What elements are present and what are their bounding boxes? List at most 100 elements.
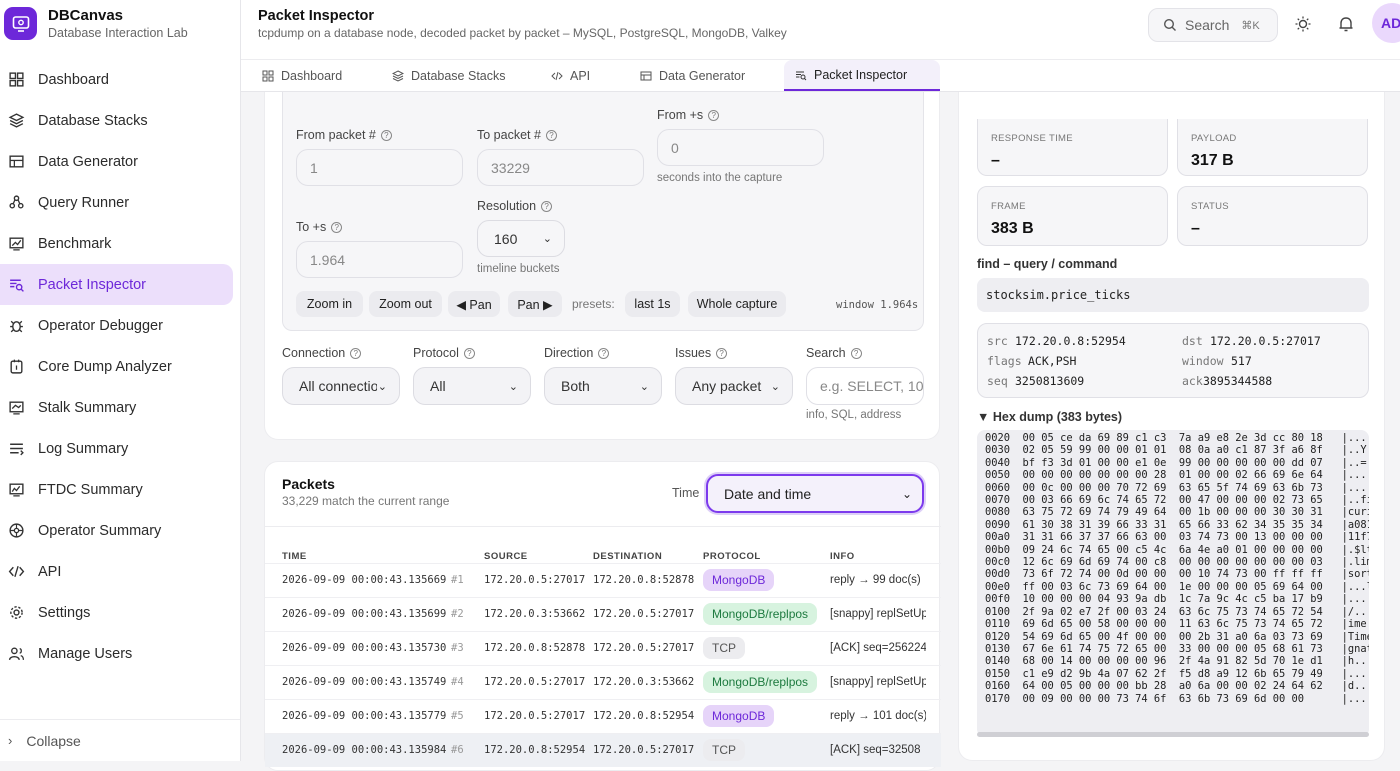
hex-dump-toggle[interactable]: ▼ Hex dump (383 bytes) [977,410,1122,424]
tab-packet-inspector[interactable]: Packet Inspector [784,60,940,91]
time-format-select[interactable]: Date and time ⌄ [706,474,924,513]
sidebar-nav: Dashboard Database Stacks Data Generator… [0,59,241,674]
to-seconds-input[interactable]: 1.964 [296,241,463,278]
issues-select[interactable]: Any packet ⌄ [675,367,793,405]
sidebar-item-settings[interactable]: Settings [0,592,233,633]
search-input[interactable]: e.g. SELECT, 10 [806,367,924,405]
from-packet-label: From packet #? [296,128,392,142]
packet-destination: 172.20.0.8:52954 [593,710,695,722]
hex-dump-scrollbar[interactable] [977,732,1369,737]
hex-line: 0030 02 05 59 99 00 00 01 01 08 0a a0 c1… [985,444,1369,457]
preset-whole-capture-button[interactable]: Whole capture [688,291,786,317]
to-packet-input[interactable]: 33229 [477,149,644,186]
protocol-select[interactable]: All ⌄ [413,367,531,405]
packet-time: 2026-09-09 00:00:43.135779 [282,710,447,722]
column-header-protocol[interactable]: PROTOCOL [703,551,761,562]
gear-icon [10,606,23,619]
hex-line: 0130 67 6e 61 74 75 72 65 00 33 00 00 00… [985,642,1369,655]
sidebar-item-log-summary[interactable]: Log Summary [0,428,233,469]
tab-api[interactable]: API [551,60,590,91]
sidebar-item-core-dump-analyzer[interactable]: Core Dump Analyzer [0,346,233,387]
packet-time: 2026-09-09 00:00:43.135749 [282,676,447,688]
sidebar-item-dashboard[interactable]: Dashboard [0,59,233,100]
search-label: Search [1185,17,1230,33]
flags-value: ACK,PSH [1028,354,1077,368]
sidebar-item-data-generator[interactable]: Data Generator [0,141,233,182]
help-icon: ? [350,347,362,359]
layers-icon [8,113,25,128]
tab-dashboard[interactable]: Dashboard [260,60,344,91]
sidebar-item-query-runner[interactable]: Query Runner [0,182,233,223]
column-header-destination[interactable]: DESTINATION [593,551,662,562]
tab-database-stacks[interactable]: Database Stacks [392,60,506,91]
tcp-header-box: src 172.20.0.8:52954 dst 172.20.0.5:2701… [977,323,1369,398]
frame-label: FRAME [991,201,1026,212]
sidebar-item-label: Data Generator [38,153,138,170]
column-header-source[interactable]: SOURCE [484,551,528,562]
connection-select[interactable]: All connections⌄ [282,367,400,405]
hex-line: 0050 00 00 00 00 00 00 00 28 01 00 00 02… [985,469,1369,482]
response-time-value: – [991,152,1000,169]
sidebar-item-stalk-summary[interactable]: Stalk Summary [0,387,233,428]
sidebar-item-database-stacks[interactable]: Database Stacks [0,100,233,141]
sidebar-item-api[interactable]: API [0,551,233,592]
sidebar-item-operator-debugger[interactable]: Operator Debugger [0,305,233,346]
tab-data-generator[interactable]: Data Generator [640,60,745,91]
sidebar-item-label: Packet Inspector [38,276,146,293]
resolution-label: Resolution? [477,199,553,213]
table-icon [640,71,652,80]
hex-line: 0060 00 0c 00 00 00 70 72 69 63 65 5f 74… [985,481,1369,494]
theme-toggle-icon[interactable] [1294,15,1312,33]
from-seconds-label: From +s? [657,108,720,122]
avatar[interactable]: AD [1372,3,1400,43]
resolution-select[interactable]: 160 ⌄ [477,220,565,257]
hex-line: 0080 63 75 72 69 74 79 49 64 00 1b 00 00… [985,506,1369,519]
sidebar-item-manage-users[interactable]: Manage Users [0,633,233,674]
pan-left-button[interactable]: ◀ Pan [448,291,500,317]
zoom-in-button[interactable]: Zoom in [296,291,363,317]
sidebar-item-benchmark[interactable]: Benchmark [0,223,233,264]
hex-line: 00f0 10 00 00 00 04 93 9a db 1c 7a 9c 4c… [985,593,1369,606]
table-row[interactable]: 2026-09-09 00:00:43.135984 #6 172.20.0.8:5… [265,733,941,767]
direction-select[interactable]: Both ⌄ [544,367,662,405]
table-row[interactable]: 2026-09-09 00:00:43.135730 #3 172.20.0.8:5… [265,631,941,665]
preset-last-1s-button[interactable]: last 1s [625,291,680,317]
sidebar-item-ftdc-summary[interactable]: FTDC Summary [0,469,233,510]
help-icon: ? [598,347,610,359]
table-row[interactable]: 2026-09-09 00:00:43.135779 #5 172.20.0.5:2… [265,699,941,733]
sidebar-item-packet-inspector[interactable]: Packet Inspector [0,264,233,305]
sidebar-item-label: Query Runner [38,194,130,211]
seq-label: seq [987,374,1008,388]
bell-icon[interactable] [1337,15,1355,33]
table-row[interactable]: 2026-09-09 00:00:43.135749 #4 172.20.0.5:2… [265,665,941,699]
collapse-button[interactable]: › Collapse [0,719,240,761]
hex-line: 00c0 12 6c 69 6d 69 74 00 c8 00 00 00 00… [985,556,1369,569]
packet-destination: 172.20.0.3:53662 [593,676,695,688]
hex-line: 0040 bf f3 3d 01 00 00 e1 0e 99 00 00 00… [985,456,1369,469]
column-header-time[interactable]: TIME [282,551,307,562]
column-header-info[interactable]: INFO [830,551,855,562]
from-packet-input[interactable]: 1 [296,149,463,186]
pan-right-button[interactable]: Pan ▶ [508,291,562,317]
hex-line: 0120 54 69 6d 65 00 4f 00 00 00 2b 31 a0… [985,630,1369,643]
protocol-badge: TCP [703,637,745,659]
response-time-label: RESPONSE TIME [991,133,1073,144]
search-label: Search? [806,346,862,360]
protocol-badge: TCP [703,739,745,761]
packet-source: 172.20.0.5:27017 [484,710,586,722]
ack-value: 3895344588 [1203,374,1273,388]
hex-line: 00a0 31 31 66 37 37 66 63 00 03 74 73 00… [985,531,1369,544]
global-search-button[interactable]: Search ⌘K [1148,8,1278,42]
packet-time: 2026-09-09 00:00:43.135699 [282,608,447,620]
packet-destination: 172.20.0.8:52878 [593,574,695,586]
hex-line: 0020 00 05 ce da 69 89 c1 c3 7a a9 e8 2e… [985,432,1369,444]
sidebar-item-operator-summary[interactable]: Operator Summary [0,510,233,551]
table-icon [9,155,24,168]
table-row[interactable]: 2026-09-09 00:00:43.135669 #1 172.20.0.5:2… [265,563,941,597]
brand-subtitle: Database Interaction Lab [48,26,188,40]
packets-table-header: TIME SOURCE DESTINATION PROTOCOL INFO [265,526,941,563]
zoom-out-button[interactable]: Zoom out [369,291,442,317]
from-seconds-input[interactable]: 0 [657,129,824,166]
packet-destination: 172.20.0.5:27017 [593,744,695,756]
table-row[interactable]: 2026-09-09 00:00:43.135699 #2 172.20.0.3:5… [265,597,941,631]
